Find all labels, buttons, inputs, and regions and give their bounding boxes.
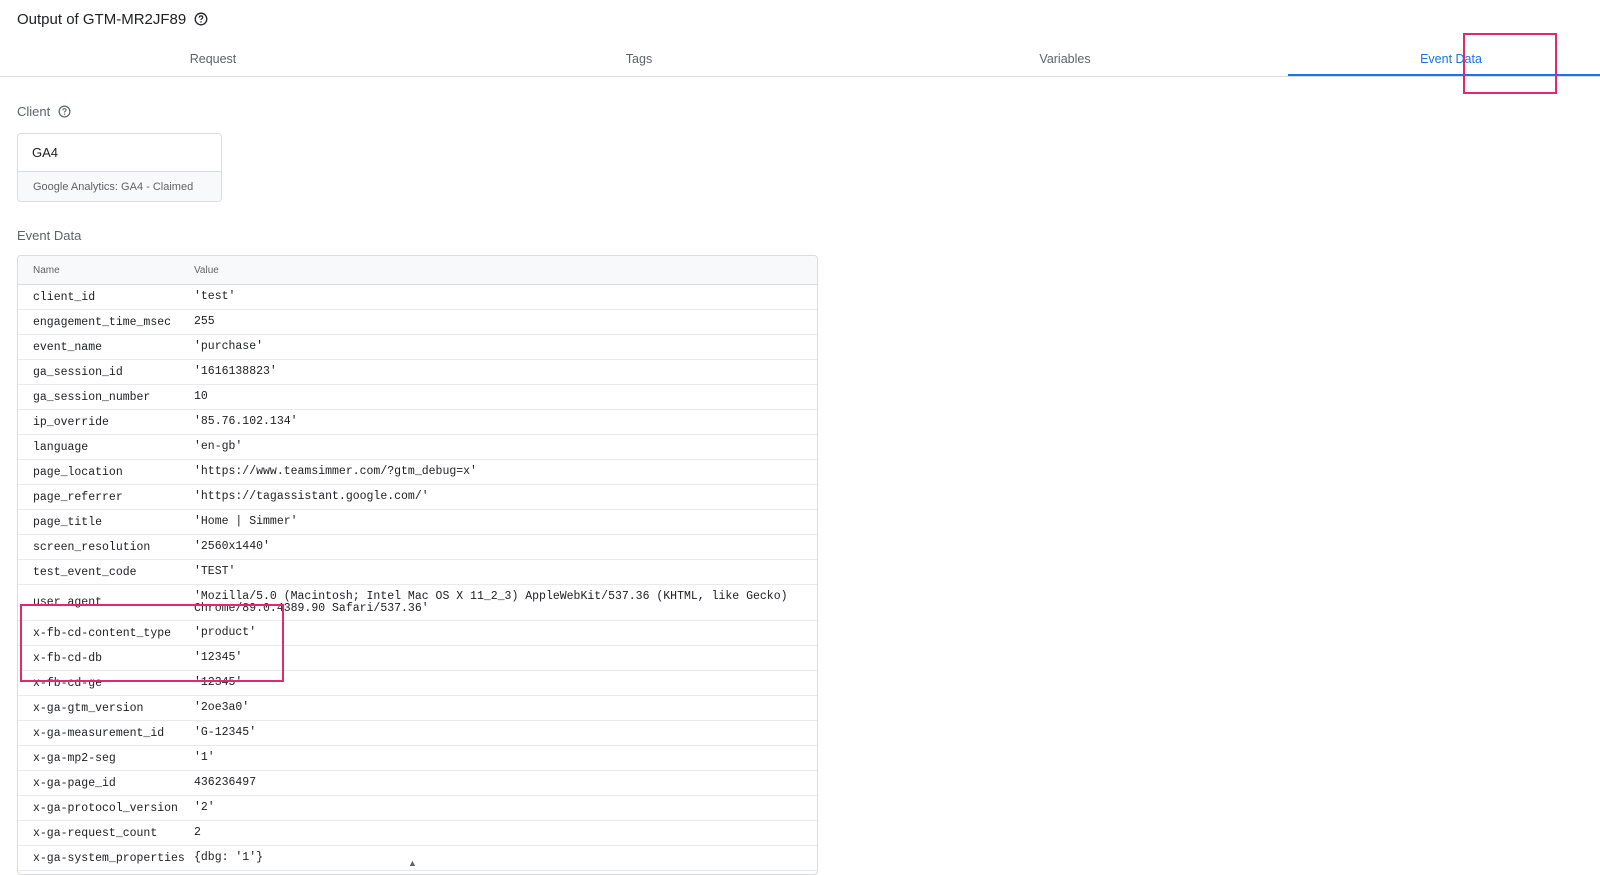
row-name: x-fb-cd-ge <box>33 676 103 690</box>
row-name: page_referrer <box>33 490 123 504</box>
row-value: 'Home | Simmer' <box>194 515 298 528</box>
client-label: Client <box>17 104 51 119</box>
row-value: 'TEST' <box>194 565 236 578</box>
event-data-label: Event Data <box>17 228 82 243</box>
row-name: ga_session_number <box>33 390 151 404</box>
table-row: x-ga-protocol_version '2' <box>18 796 817 821</box>
row-value: '12345' <box>194 651 243 664</box>
row-name: x-ga-mp2-seg <box>33 751 116 765</box>
tab-event-data-label: Event Data <box>1420 52 1482 66</box>
row-value: 10 <box>194 390 208 403</box>
client-card[interactable]: GA4 Google Analytics: GA4 - Claimed <box>17 133 222 202</box>
table-row: client_id 'test' <box>18 285 817 310</box>
table-row: page_location 'https://www.teamsimmer.com… <box>18 460 817 485</box>
row-value: 'test' <box>194 290 236 303</box>
row-name: page_location <box>33 465 123 479</box>
table-header: Name Value <box>18 256 817 285</box>
table-body: client_id 'test' engagement_time_msec 255 ev… <box>18 285 817 871</box>
tab-request[interactable]: Request <box>0 42 426 76</box>
column-header-name: Name <box>33 264 60 276</box>
row-name: page_title <box>33 515 103 529</box>
row-value: 'https://tagassistant.google.com/' <box>194 490 429 503</box>
row-value: '1' <box>194 751 215 764</box>
row-value: 'Mozilla/5.0 (Macintosh; Intel Mac OS X … <box>194 589 788 615</box>
row-name: x-ga-measurement_id <box>33 726 165 740</box>
tab-variables-label: Variables <box>1039 52 1091 66</box>
row-name: user_agent <box>33 596 103 609</box>
table-row: x-ga-request_count 2 <box>18 821 817 846</box>
row-value: 436236497 <box>194 776 257 789</box>
row-name: client_id <box>33 290 96 304</box>
table-row: x-fb-cd-ge '12345' <box>18 671 817 696</box>
table-row: page_referrer 'https://tagassistant.googl… <box>18 485 817 510</box>
tab-tags-label: Tags <box>625 52 653 66</box>
column-header-value: Value <box>194 264 219 276</box>
row-value: '2oe3a0' <box>194 701 250 714</box>
client-name: GA4 <box>18 134 221 172</box>
table-row: x-ga-system_properties {dbg: '1'} <box>18 846 817 871</box>
row-name: x-ga-request_count <box>33 826 158 840</box>
row-value: '85.76.102.134' <box>194 415 298 428</box>
table-row: user_agent 'Mozilla/5.0 (Macintosh; Intel… <box>18 585 817 621</box>
row-value: 'en-gb' <box>194 440 243 453</box>
tab-request-label: Request <box>189 52 237 66</box>
row-name: language <box>33 440 89 454</box>
row-name: x-ga-protocol_version <box>33 801 178 815</box>
scroll-up-icon[interactable]: ▲ <box>408 858 417 868</box>
event-data-table: Name Value client_id 'test' engagement_tim… <box>17 255 818 875</box>
row-name: event_name <box>33 340 103 354</box>
table-row: test_event_code 'TEST' <box>18 560 817 585</box>
tab-bar: Request Tags Variables Event Data <box>0 42 1600 77</box>
row-value: 'G-12345' <box>194 726 257 739</box>
page-title: Output of GTM-MR2JF89 <box>17 9 208 29</box>
client-description: Google Analytics: GA4 - Claimed <box>18 172 221 201</box>
row-value: 'purchase' <box>194 340 264 353</box>
row-name: test_event_code <box>33 565 137 579</box>
page-title-text: Output of GTM-MR2JF89 <box>17 10 187 28</box>
row-name: screen_resolution <box>33 540 151 554</box>
row-name: x-ga-page_id <box>33 776 116 790</box>
table-row: page_title 'Home | Simmer' <box>18 510 817 535</box>
client-section-label: Client <box>17 104 71 119</box>
row-name: ga_session_id <box>33 365 123 379</box>
table-row: screen_resolution '2560x1440' <box>18 535 817 560</box>
tab-tags[interactable]: Tags <box>426 42 852 76</box>
row-name: ip_override <box>33 415 109 429</box>
row-name: x-ga-system_properties <box>33 851 185 865</box>
row-value: {dbg: '1'} <box>194 851 264 864</box>
row-value: 'https://www.teamsimmer.com/?gtm_debug=x… <box>194 465 477 478</box>
row-name: x-ga-gtm_version <box>33 701 144 715</box>
table-row: language 'en-gb' <box>18 435 817 460</box>
active-tab-indicator <box>1288 74 1600 76</box>
row-value: 255 <box>194 315 215 328</box>
table-row: ga_session_number 10 <box>18 385 817 410</box>
table-row: event_name 'purchase' <box>18 335 817 360</box>
row-value: '1616138823' <box>194 365 277 378</box>
row-value: 'product' <box>194 626 257 639</box>
row-value: '12345' <box>194 676 243 689</box>
event-data-section-label: Event Data <box>17 228 81 243</box>
table-row: ip_override '85.76.102.134' <box>18 410 817 435</box>
help-circle-icon[interactable] <box>194 12 208 26</box>
tab-event-data[interactable]: Event Data <box>1302 42 1600 76</box>
row-value: 2 <box>194 826 201 839</box>
table-row: x-ga-mp2-seg '1' <box>18 746 817 771</box>
tab-variables[interactable]: Variables <box>852 42 1278 76</box>
row-name: x-fb-cd-content_type <box>33 626 172 640</box>
table-row: x-ga-gtm_version '2oe3a0' <box>18 696 817 721</box>
table-row: x-fb-cd-db '12345' <box>18 646 817 671</box>
table-row: x-ga-measurement_id 'G-12345' <box>18 721 817 746</box>
table-row: x-ga-page_id 436236497 <box>18 771 817 796</box>
table-row: engagement_time_msec 255 <box>18 310 817 335</box>
table-row: x-fb-cd-content_type 'product' <box>18 621 817 646</box>
row-name: x-fb-cd-db <box>33 651 103 665</box>
row-name: engagement_time_msec <box>33 315 172 329</box>
table-row: ga_session_id '1616138823' <box>18 360 817 385</box>
row-value: '2' <box>194 801 215 814</box>
row-value: '2560x1440' <box>194 540 270 553</box>
help-circle-icon[interactable] <box>57 105 71 119</box>
